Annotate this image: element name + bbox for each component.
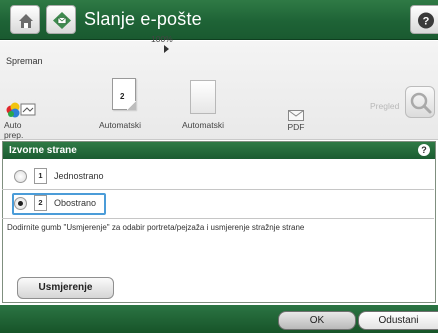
envelope-icon [288, 110, 304, 121]
help-icon: ? [418, 12, 434, 29]
page-title: Slanje e-pošte [84, 9, 202, 29]
panel-help-icon[interactable]: ? [418, 144, 430, 156]
auto-prep-button[interactable]: Auto prep. [4, 100, 44, 140]
email-app-icon [46, 5, 76, 34]
panel-header: Izvorne strane ? [3, 142, 435, 159]
sides-setting-button[interactable]: 2 Automatski [90, 78, 150, 132]
blank-page-icon [190, 80, 216, 114]
divider [2, 189, 434, 190]
email-diamond-icon [53, 12, 71, 29]
cancel-button[interactable]: Odustani [358, 311, 438, 330]
help-button[interactable]: ? [410, 5, 438, 34]
home-button[interactable] [10, 5, 40, 34]
file-format-button[interactable]: PDF [278, 110, 314, 134]
preview-button[interactable] [405, 86, 435, 118]
scale-label: 100% [151, 34, 173, 44]
option-label: Jednostrano [54, 171, 104, 181]
format-label: PDF [287, 122, 305, 132]
divider [2, 218, 434, 219]
radio-one-sided[interactable] [14, 170, 27, 183]
option-label: Obostrano [54, 198, 97, 208]
option-one-sided[interactable]: 1 Jednostrano [12, 166, 432, 188]
magnifier-icon [410, 92, 432, 114]
play-arrow-icon [164, 45, 169, 53]
radio-two-sided[interactable] [14, 197, 27, 210]
sides-label: Automatski [98, 120, 142, 130]
two-sided-page-icon: 2 [34, 195, 47, 211]
status-text: Spreman [6, 56, 43, 66]
svg-text:?: ? [423, 16, 430, 28]
preview-label: Pregled [370, 101, 400, 111]
color-setting-button[interactable]: Automatski [175, 64, 231, 132]
two-sided-page-icon: 2 [112, 78, 136, 110]
color-label: Automatski [181, 120, 225, 130]
panel-title: Izvorne strane [9, 145, 77, 156]
color-scan-icon [6, 102, 36, 118]
option-two-sided[interactable]: 2 Obostrano [12, 193, 432, 215]
hint-text: Dodirnite gumb "Usmjerenje" za odabir po… [7, 223, 305, 232]
auto-prep-label: Auto prep. [4, 120, 24, 140]
ok-button[interactable]: OK [278, 311, 356, 330]
orientation-button[interactable]: Usmjerenje [17, 277, 114, 299]
one-sided-page-icon: 1 [34, 168, 47, 184]
home-icon [19, 14, 33, 28]
